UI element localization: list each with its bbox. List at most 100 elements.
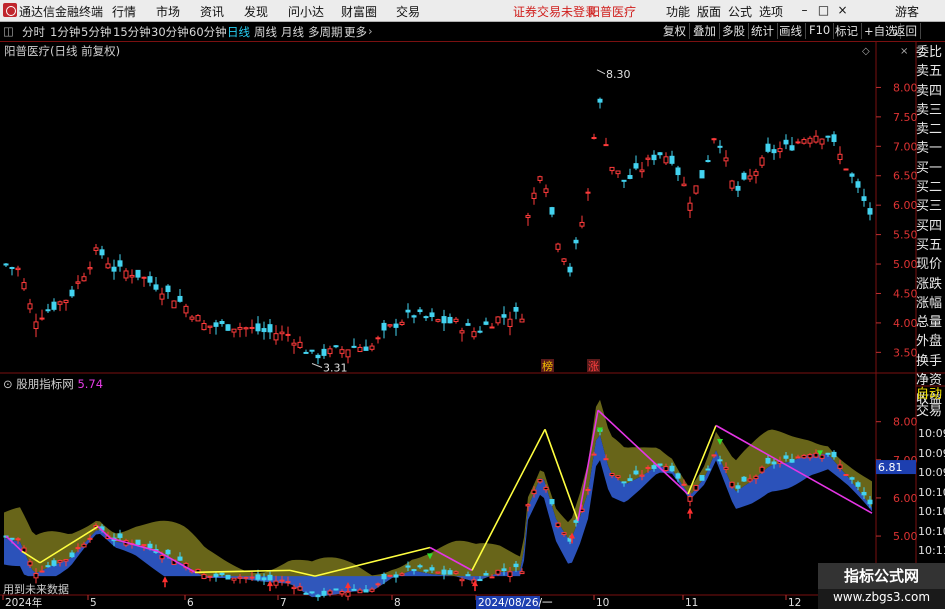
candle-body	[459, 578, 465, 582]
candle-body	[27, 303, 33, 310]
kline-chart-canvas[interactable]: 8.00 7.50 7.00 6.50 6.00 5.50 5.00 4.50 4.00 3.50…	[0, 0, 945, 609]
y-tick-label: 5.00	[893, 258, 918, 271]
candle-body	[741, 476, 747, 482]
main-candle	[195, 314, 201, 322]
side-label: 买一	[916, 160, 943, 176]
candle-body	[261, 328, 267, 333]
candle-body	[627, 174, 633, 179]
main-candle	[495, 316, 501, 326]
main-candle	[483, 317, 489, 326]
candle-body	[33, 573, 39, 579]
main-candle	[327, 345, 333, 358]
main-candle	[543, 184, 549, 198]
candle-body	[213, 573, 219, 577]
candle-body	[459, 330, 465, 334]
main-candle	[783, 134, 789, 150]
candle-body	[177, 295, 183, 302]
main-candle	[141, 276, 147, 287]
main-candle	[507, 311, 513, 336]
main-candle	[303, 349, 309, 354]
main-candle	[867, 202, 873, 221]
side-label: 买三	[916, 199, 943, 215]
candle-body	[543, 188, 549, 193]
candle-body	[825, 135, 831, 138]
candle-body	[489, 326, 495, 329]
candle-body	[831, 451, 837, 458]
indicator-value: 5.74	[77, 377, 104, 391]
main-candle	[57, 300, 63, 312]
candle-body	[147, 276, 153, 283]
diamond-icon: ◇	[862, 46, 870, 57]
main-candle	[561, 257, 567, 266]
candle-body	[675, 167, 681, 176]
candle-body	[855, 482, 861, 487]
indicator-collapse-icon[interactable]: ⊙	[3, 377, 13, 391]
candle-body	[501, 314, 507, 318]
side-label-2[interactable]: 自动	[916, 386, 945, 403]
candle-body	[297, 586, 303, 591]
main-candle	[465, 318, 471, 326]
main-candle	[657, 151, 663, 159]
main-candle	[435, 318, 441, 323]
main-candle	[711, 137, 717, 144]
main-candle	[831, 131, 837, 146]
candle-body	[141, 544, 147, 547]
candle-body	[483, 573, 489, 576]
candle-body	[585, 191, 591, 194]
side-label-2[interactable]: 交易	[916, 403, 945, 420]
candle-body	[435, 319, 441, 322]
candle-body	[849, 477, 855, 480]
candle-body	[699, 170, 705, 179]
candle-body	[675, 473, 681, 479]
candle-body	[765, 457, 771, 464]
candle-body	[753, 475, 759, 480]
candle-body	[687, 202, 693, 211]
main-candle	[729, 179, 735, 192]
candle-body	[279, 579, 285, 582]
candle-body	[705, 468, 711, 471]
tick-time-column: 10:0910:0910:0910:1010:1010:1010:1110:11	[918, 424, 945, 580]
main-candle	[207, 325, 213, 335]
tick-time: 10:10	[918, 505, 945, 518]
candle-body	[105, 263, 111, 269]
candle-body	[345, 349, 351, 358]
indicator-candle	[843, 474, 849, 477]
main-candle	[183, 303, 189, 318]
side-label: 卖二	[916, 122, 943, 138]
y-tick-label: 6.50	[893, 170, 918, 183]
side-label: 委比	[916, 45, 943, 60]
tick-time: 10:11	[918, 544, 945, 557]
tick-time: 10:09	[918, 446, 945, 460]
main-candle	[693, 185, 699, 195]
side-label: 卖一	[916, 141, 943, 157]
candle-body	[615, 170, 621, 175]
candle-body	[9, 266, 15, 269]
candle-body	[759, 466, 765, 473]
candle-body	[231, 577, 237, 581]
main-candle	[81, 272, 87, 282]
candle-body	[135, 539, 141, 546]
candle-body	[273, 333, 279, 341]
main-candle	[459, 327, 465, 342]
main-candle	[243, 326, 249, 337]
candle-body	[57, 301, 63, 305]
candle-body	[117, 260, 123, 267]
main-candle	[861, 188, 867, 207]
candle-body	[681, 183, 687, 187]
candle-body	[789, 458, 795, 463]
main-candle	[261, 321, 267, 340]
main-candle	[675, 165, 681, 181]
candle-body	[807, 454, 813, 459]
candle-body	[543, 486, 549, 491]
main-candle	[531, 187, 537, 205]
x-tick-label: 2024年	[5, 596, 42, 609]
candle-body	[615, 475, 621, 479]
candle-body	[351, 345, 357, 348]
candle-body	[249, 326, 255, 329]
candle-body	[441, 316, 447, 324]
main-candle	[771, 144, 777, 160]
candle-body	[375, 337, 381, 340]
candle-body	[75, 547, 81, 550]
candle-body	[165, 549, 171, 555]
candle-body	[651, 154, 657, 161]
